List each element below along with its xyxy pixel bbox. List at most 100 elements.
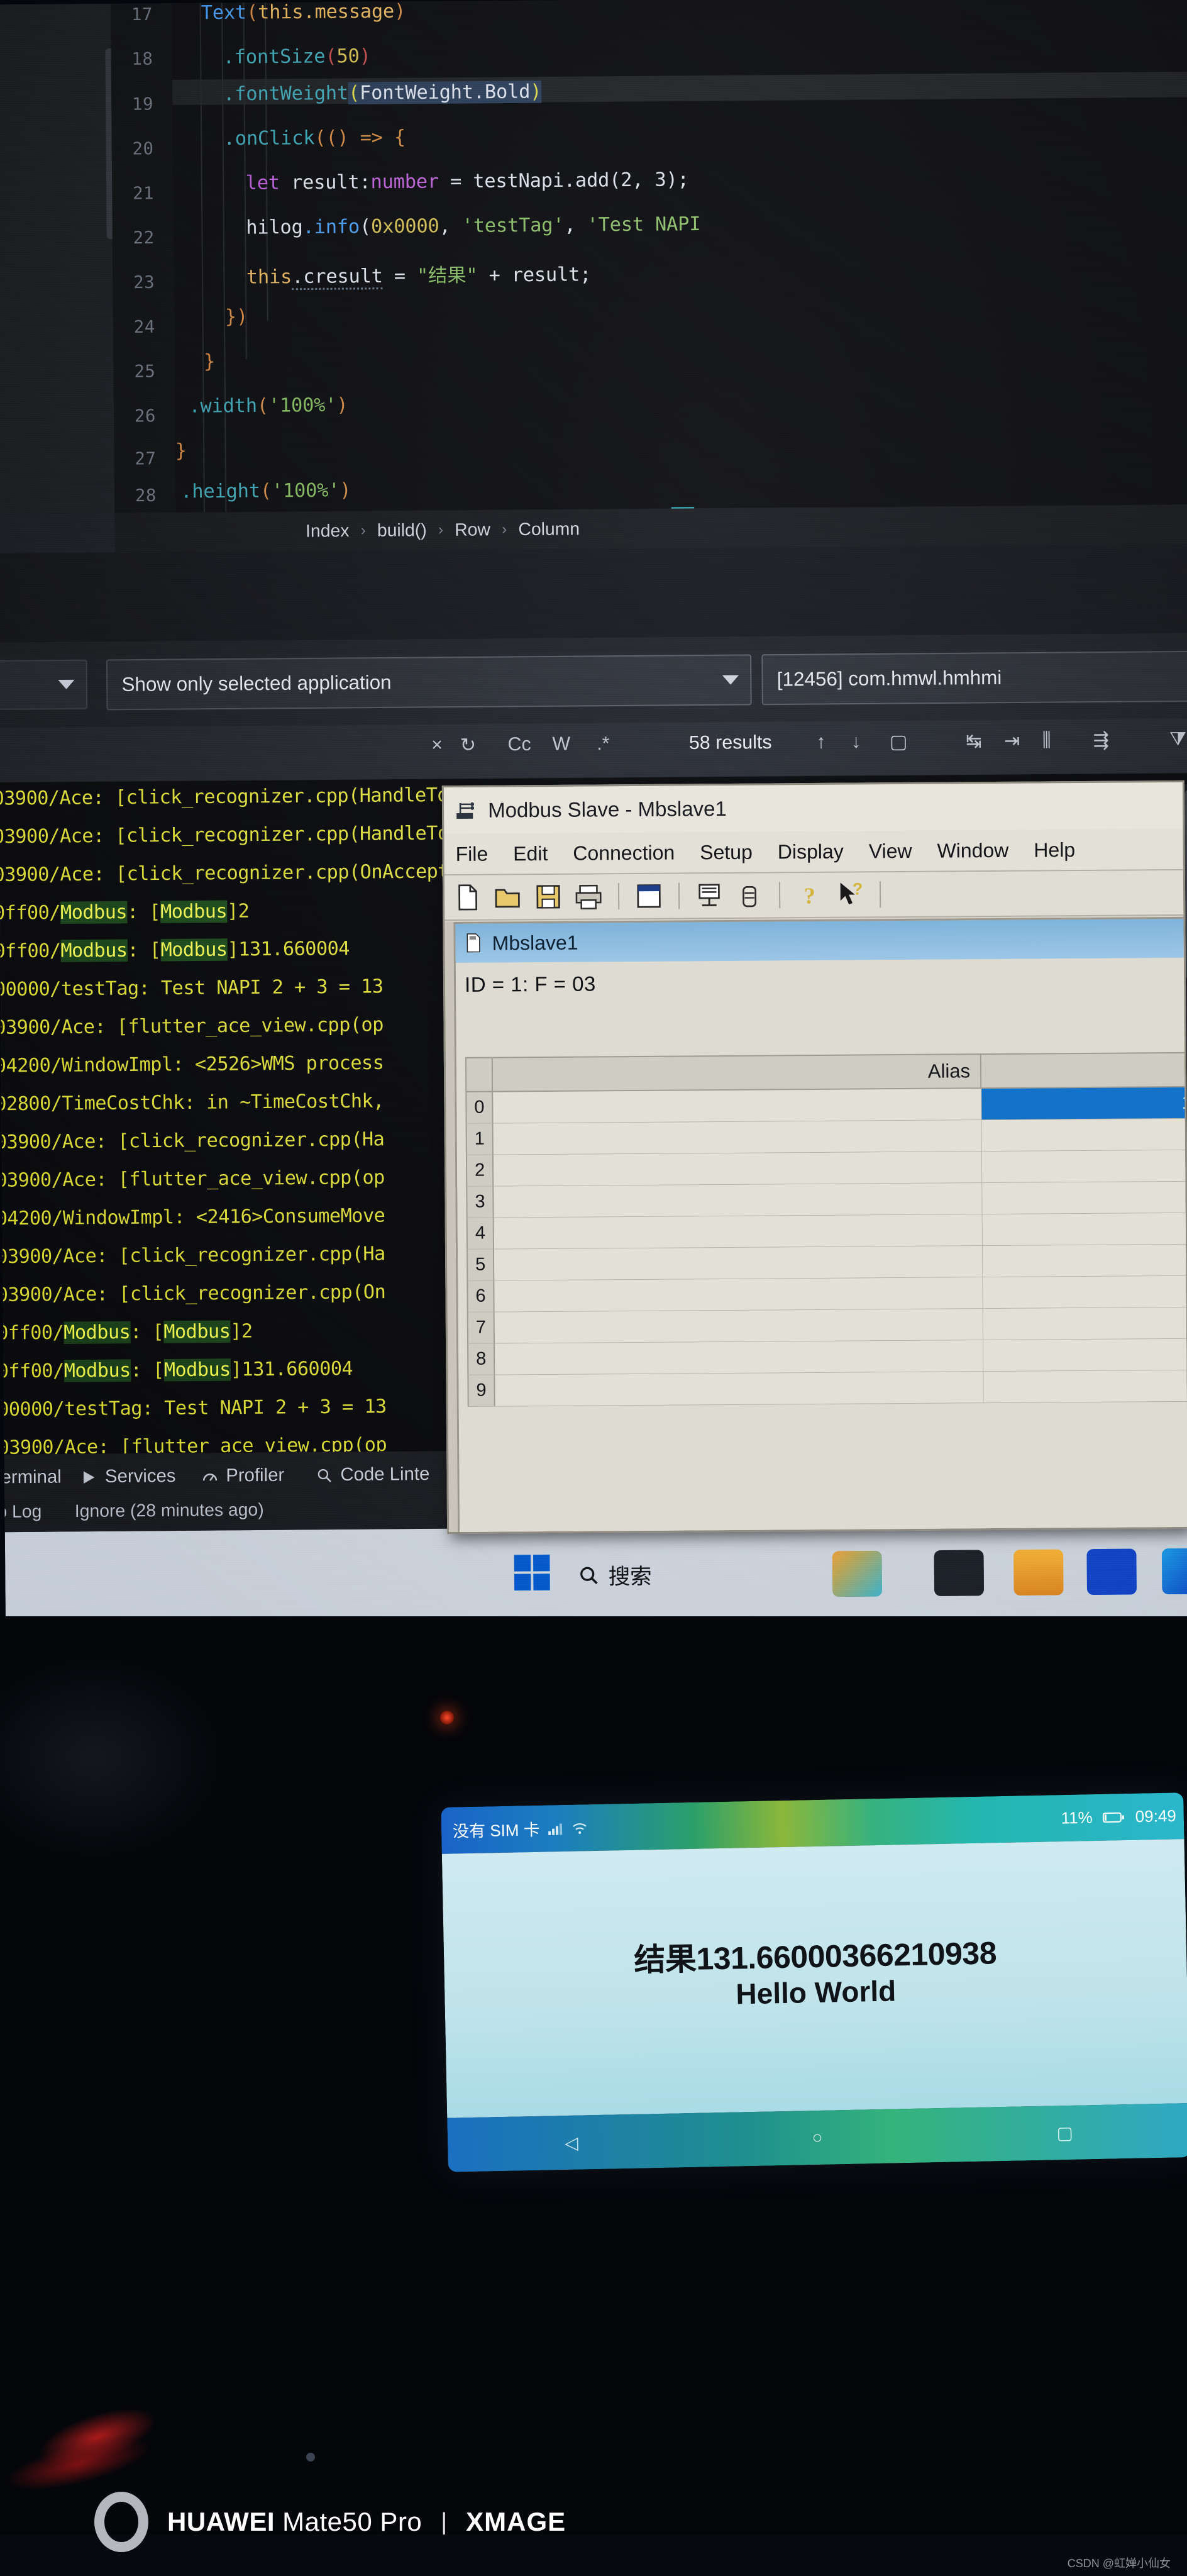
new-file-icon[interactable] <box>453 883 482 912</box>
row-value[interactable]: 0 <box>983 1370 1187 1404</box>
row-alias[interactable] <box>493 1152 983 1187</box>
regex-icon[interactable]: .* <box>597 733 610 755</box>
taskbar-search[interactable]: 搜索 <box>578 1559 652 1591</box>
row-value[interactable]: 0 <box>982 1213 1187 1246</box>
table-row[interactable]: 9 0 <box>467 1370 1187 1407</box>
row-alias[interactable] <box>494 1309 984 1344</box>
table-row[interactable]: 4 0 <box>466 1213 1187 1250</box>
phone-clock: 09:49 <box>1135 1806 1177 1826</box>
select-all-icon[interactable]: ▢ <box>890 731 908 753</box>
code-editor[interactable]: 17 18 19 20 21 22 23 24 25 26 27 28 ⊟ ⌃ … <box>0 0 1187 514</box>
table-row[interactable]: 0 151.66 <box>465 1087 1187 1124</box>
row-alias[interactable] <box>494 1183 983 1218</box>
traffic-icon[interactable] <box>735 881 764 910</box>
connect-icon[interactable] <box>695 881 724 910</box>
menu-display[interactable]: Display <box>778 840 844 863</box>
row-alias[interactable] <box>494 1277 983 1313</box>
menu-setup[interactable]: Setup <box>700 840 753 864</box>
code-line-20: .onClick(() => { <box>224 126 406 150</box>
menu-connection[interactable]: Connection <box>573 841 675 865</box>
breadcrumb-item-index[interactable]: Index <box>306 521 350 541</box>
filter-select[interactable]: Show only selected application <box>106 654 752 711</box>
code-text-area[interactable]: Text(this.message) .fontSize(50) .fontWe… <box>172 0 1187 513</box>
modbus-slave-window[interactable]: Modbus Slave - Mbslave1 File Edit Connec… <box>441 780 1187 1535</box>
menu-window[interactable]: Window <box>937 838 1008 862</box>
breadcrumb-item-column[interactable]: Column <box>518 519 580 540</box>
row-alias[interactable] <box>495 1372 984 1407</box>
save-disk-icon[interactable] <box>534 882 563 911</box>
modbus-mdi-child[interactable]: Mbslave1 ID = 1: F = 03 Alias 00000 0 15… <box>453 916 1187 1535</box>
windows-start-icon[interactable] <box>514 1554 553 1593</box>
match-case-icon[interactable]: Cc <box>507 734 531 756</box>
modbus-toolbar[interactable]: ? ? <box>444 870 1184 921</box>
taskbar-weather-icon[interactable] <box>832 1550 883 1597</box>
filter-icon[interactable]: ⧩ <box>1169 728 1186 750</box>
tab-profiler[interactable]: Profiler <box>202 1465 285 1487</box>
table-row[interactable]: 7 0 <box>467 1307 1187 1344</box>
row-value[interactable]: 0 <box>982 1244 1187 1278</box>
menu-file[interactable]: File <box>455 842 488 865</box>
log-status-left: o Log <box>0 1501 42 1522</box>
print-icon[interactable] <box>574 882 603 911</box>
code-token-this: this <box>246 265 292 289</box>
row-alias[interactable] <box>495 1340 984 1375</box>
close-icon[interactable]: × <box>431 735 443 757</box>
row-alias[interactable] <box>494 1246 983 1281</box>
row-value[interactable]: -- <box>981 1118 1187 1152</box>
code-token-close-brace-2: } <box>175 440 187 462</box>
breadcrumb-item-build[interactable]: build() <box>377 520 427 541</box>
menu-view[interactable]: View <box>869 839 912 862</box>
taskbar-edge-icon[interactable] <box>1161 1548 1187 1595</box>
window-icon[interactable] <box>634 882 663 911</box>
tab-services[interactable]: Services <box>80 1466 176 1488</box>
table-row[interactable]: 8 0 <box>467 1338 1187 1375</box>
row-value[interactable]: 0 <box>981 1150 1187 1184</box>
breadcrumb-item-row[interactable]: Row <box>455 519 490 540</box>
menu-help[interactable]: Help <box>1034 838 1075 862</box>
row-value[interactable]: 0 <box>983 1275 1187 1309</box>
row-value[interactable]: 0 <box>982 1181 1187 1215</box>
taskbar-store-icon[interactable] <box>1086 1548 1137 1596</box>
help-question-icon[interactable]: ? <box>795 880 824 909</box>
brand-model: Mate50 Pro <box>282 2507 422 2536</box>
device-select[interactable] <box>0 659 88 711</box>
arrow-down-icon[interactable]: ↓ <box>851 731 861 753</box>
nav-recents-icon[interactable]: ▢ <box>1056 2122 1073 2143</box>
taskbar-explorer-icon[interactable] <box>1013 1549 1064 1596</box>
row-value[interactable]: 151.66 <box>981 1087 1187 1121</box>
menu-edit[interactable]: Edit <box>513 841 548 865</box>
header-alias-col[interactable]: Alias <box>492 1053 982 1092</box>
table-row[interactable]: 3 0 <box>466 1181 1187 1218</box>
nav-back-icon[interactable]: ◁ <box>565 2132 578 2153</box>
process-select[interactable]: [12456] com.hmwl.hmhmi <box>761 650 1187 706</box>
row-value[interactable]: 0 <box>983 1307 1187 1341</box>
open-folder-icon[interactable] <box>494 882 522 911</box>
row-alias[interactable] <box>493 1120 982 1155</box>
code-token-close-brace: } <box>203 350 216 373</box>
phone-app-screen[interactable]: 结果131.66000366210938 Hello World <box>441 1839 1187 2118</box>
sort-icon[interactable]: ⇶ <box>1093 729 1109 752</box>
harmonyos-phone[interactable]: 没有 SIM 卡 11% 09:49 结果131.66000366210938 … <box>441 1792 1187 2172</box>
header-value-col[interactable]: 00000 <box>981 1052 1187 1089</box>
arrow-up-icon[interactable]: ↑ <box>816 731 825 753</box>
table-row[interactable]: 1 -- <box>465 1118 1187 1155</box>
row-alias[interactable] <box>493 1089 982 1124</box>
nav-home-icon[interactable]: ○ <box>812 2128 823 2148</box>
modbus-menu-bar[interactable]: File Edit Connection Setup Display View … <box>444 828 1183 876</box>
whole-words-icon[interactable]: W <box>552 733 570 755</box>
hide-icon[interactable]: ⇥ <box>1004 730 1020 753</box>
restart-icon[interactable]: ↻ <box>460 734 477 757</box>
row-value[interactable]: 0 <box>983 1338 1187 1372</box>
modbus-register-table[interactable]: Alias 00000 0 151.66 1 -- <box>465 1052 1187 1534</box>
tab-terminal[interactable]: Terminal <box>0 1467 62 1488</box>
context-help-icon[interactable]: ? <box>836 880 864 909</box>
soft-wrap-icon[interactable]: ↹ <box>966 730 982 753</box>
table-row[interactable]: 2 0 <box>465 1150 1187 1187</box>
collapse-icon[interactable]: ⫼ <box>1042 730 1051 752</box>
tab-code-linter[interactable]: Code Linte <box>316 1464 430 1486</box>
log-line: 04200/WindowImpl: <2526>WMS process <box>0 1052 384 1077</box>
row-alias[interactable] <box>494 1214 983 1250</box>
table-row[interactable]: 5 0 <box>467 1244 1187 1281</box>
taskbar-chart-icon[interactable] <box>934 1550 985 1596</box>
table-row[interactable]: 6 0 <box>467 1275 1187 1313</box>
